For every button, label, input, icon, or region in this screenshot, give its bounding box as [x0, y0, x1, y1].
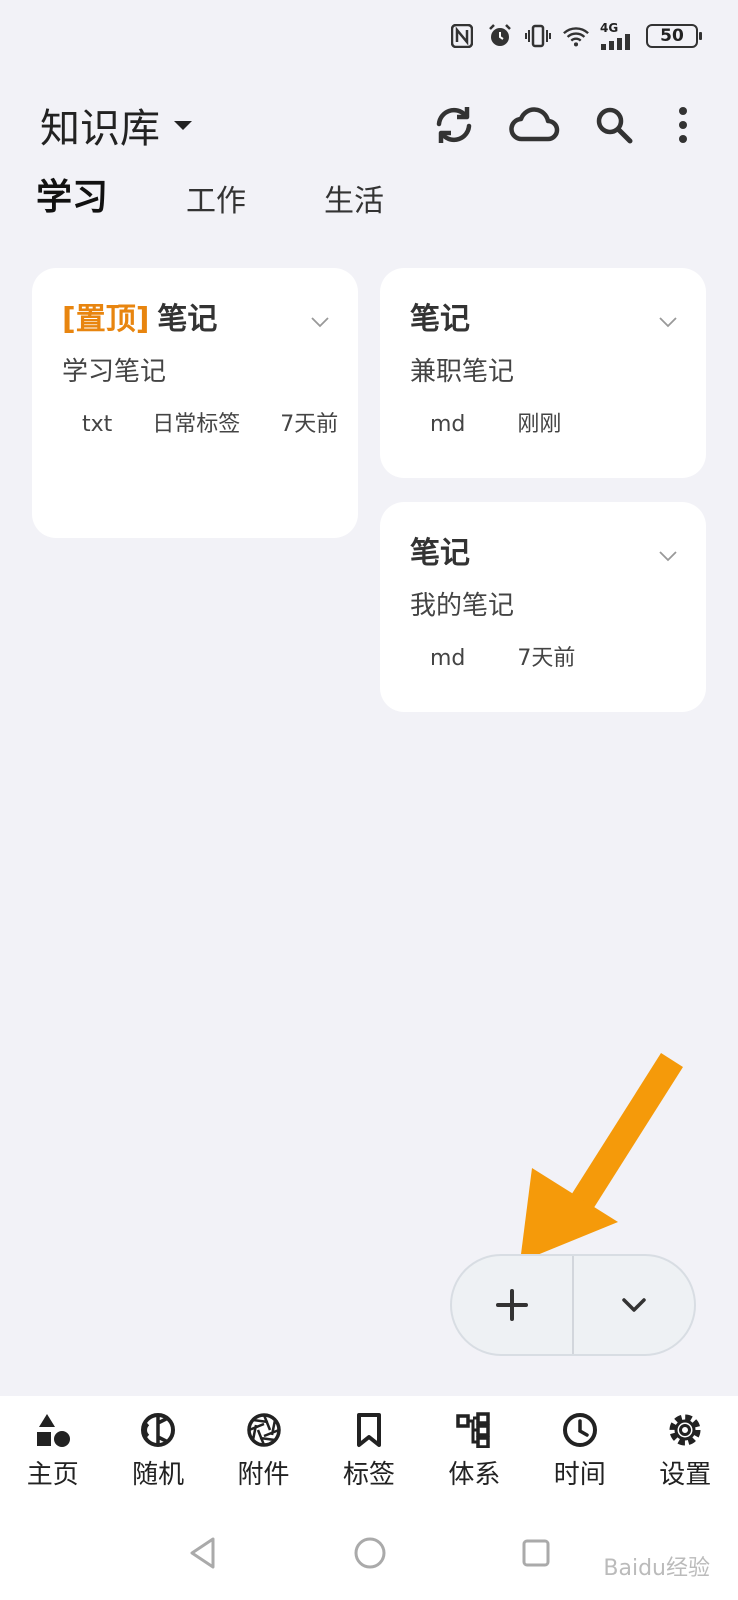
search-icon	[596, 107, 633, 144]
note-tag: 日常标签	[152, 412, 241, 437]
note-subtitle: 兼职笔记	[410, 357, 515, 387]
hierarchy-icon	[456, 1411, 491, 1448]
random-icon	[141, 1412, 176, 1447]
recent-apps-icon[interactable]	[521, 1538, 551, 1568]
status-bar: 4G 50	[0, 0, 738, 72]
library-title[interactable]: 知识库	[40, 96, 160, 154]
add-options-button[interactable]	[574, 1256, 694, 1354]
tab-work[interactable]: 工作	[186, 176, 246, 220]
note-card[interactable]: [置顶] 笔记 学习笔记 txt 日常标签 7天前	[32, 268, 358, 538]
nav-item-settings[interactable]: 设置	[640, 1412, 730, 1491]
nav-label: 附件	[237, 1459, 290, 1490]
add-note-fab	[450, 1254, 696, 1356]
note-title: 笔记	[410, 536, 470, 571]
note-card[interactable]: 笔记 兼职笔记 md 刚刚	[380, 268, 706, 478]
file-type: md	[430, 412, 466, 437]
chevron-down-icon	[622, 1298, 646, 1312]
watermark: Baidu经验	[603, 1556, 710, 1581]
cloud-button[interactable]	[508, 99, 560, 151]
network-type-label: 4G	[600, 21, 619, 35]
nav-label: 设置	[659, 1459, 712, 1490]
note-meta: txt 日常标签 7天前	[62, 410, 342, 440]
nav-label: 体系	[448, 1459, 501, 1490]
note-meta: md 刚刚	[410, 410, 690, 440]
clock-icon	[562, 1412, 597, 1447]
note-time: 7天前	[517, 646, 576, 671]
more-options-button[interactable]	[668, 99, 698, 151]
category-tabs: 学习 工作 生活	[36, 168, 384, 220]
chevron-down-icon[interactable]	[310, 312, 330, 332]
note-time: 7天前	[280, 412, 339, 437]
app-header: 知识库	[0, 90, 738, 160]
nav-item-random[interactable]: 随机	[113, 1412, 203, 1491]
note-subtitle: 学习笔记	[62, 357, 167, 387]
annotation-arrow-icon	[520, 1053, 683, 1262]
nav-label: 随机	[132, 1459, 185, 1490]
nav-item-home[interactable]: 主页	[8, 1412, 98, 1491]
tab-life[interactable]: 生活	[324, 176, 384, 220]
nav-item-tags[interactable]: 标签	[324, 1412, 414, 1491]
nfc-icon	[448, 22, 476, 50]
home-shapes-icon	[36, 1413, 70, 1447]
nav-label: 主页	[26, 1459, 79, 1490]
gear-icon	[669, 1414, 701, 1445]
battery-level: 50	[660, 26, 684, 46]
nav-item-hierarchy[interactable]: 体系	[429, 1411, 519, 1491]
battery-indicator: 50	[646, 24, 702, 48]
sync-button[interactable]	[428, 99, 480, 151]
vibrate-icon	[524, 22, 552, 50]
note-card[interactable]: 笔记 我的笔记 md 7天前	[380, 502, 706, 712]
wifi-icon	[562, 22, 590, 50]
note-time: 刚刚	[517, 412, 562, 437]
note-meta: md 7天前	[410, 644, 690, 674]
note-title: [置顶] 笔记	[62, 302, 218, 337]
cloud-icon	[509, 107, 560, 142]
note-title: 笔记	[410, 302, 470, 337]
file-type: txt	[82, 412, 113, 437]
nav-item-attachments[interactable]: 附件	[219, 1412, 309, 1491]
cellular-signal-icon: 4G	[600, 22, 636, 50]
aperture-icon	[246, 1412, 281, 1447]
tab-study[interactable]: 学习	[36, 168, 108, 220]
nav-item-time[interactable]: 时间	[535, 1412, 625, 1491]
back-icon[interactable]	[187, 1536, 219, 1570]
search-button[interactable]	[588, 99, 640, 151]
sync-icon	[436, 107, 472, 143]
more-vertical-icon	[679, 107, 687, 143]
chevron-down-icon[interactable]	[658, 312, 678, 332]
library-dropdown-icon[interactable]	[174, 120, 192, 130]
add-note-button[interactable]	[452, 1256, 572, 1354]
note-subtitle: 我的笔记	[410, 591, 515, 621]
chevron-down-icon[interactable]	[658, 546, 678, 566]
bookmark-icon	[356, 1412, 381, 1447]
bottom-navigation: 主页 随机 附件 标签 体系 时间 设置	[0, 1396, 738, 1506]
nav-label: 时间	[553, 1459, 606, 1490]
header-actions	[428, 99, 698, 151]
nav-label: 标签	[342, 1459, 395, 1490]
pinned-tag: [置顶]	[62, 302, 150, 337]
home-icon[interactable]	[353, 1536, 387, 1570]
plus-icon	[496, 1289, 528, 1321]
file-type: md	[430, 646, 466, 671]
alarm-icon	[486, 22, 514, 50]
